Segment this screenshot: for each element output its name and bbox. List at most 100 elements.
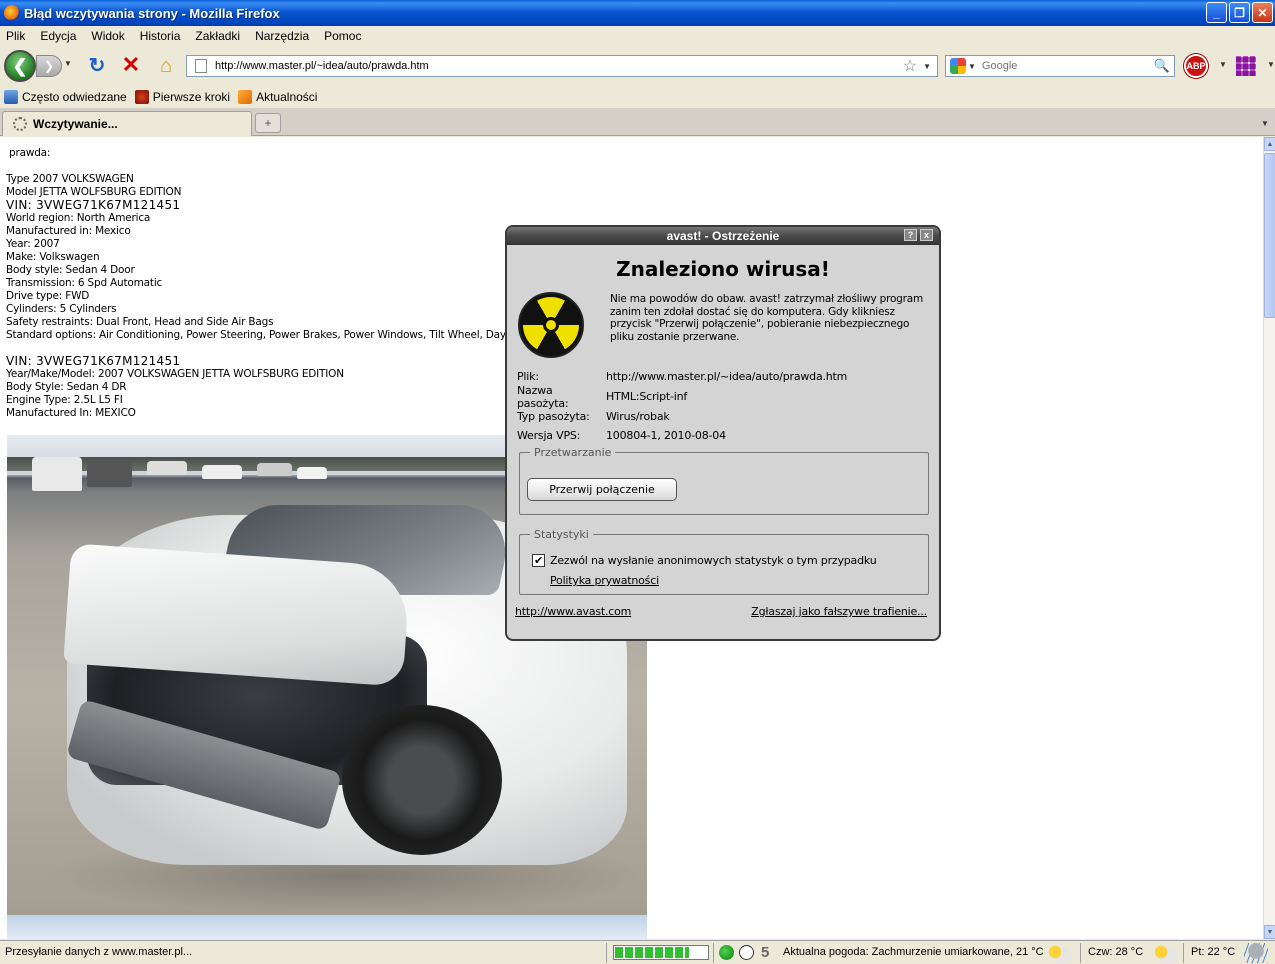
info-line-vin: VIN: 3VWEG71K67M121451 bbox=[6, 198, 181, 212]
url-bar[interactable]: http://www.master.pl/~idea/auto/prawda.h… bbox=[186, 55, 938, 77]
bookmark-news[interactable]: Aktualności bbox=[238, 90, 317, 104]
status-bar: Przesyłanie danych z www.master.pl... 5 … bbox=[0, 940, 1275, 964]
back-button[interactable]: ❮ bbox=[4, 50, 36, 82]
scroll-thumb[interactable] bbox=[1264, 153, 1275, 318]
info-value: HTML:Script-inf bbox=[606, 390, 688, 404]
rain-icon bbox=[1244, 943, 1268, 963]
stop-icon[interactable]: ✕ bbox=[121, 54, 141, 76]
scroll-down-icon[interactable]: ▼ bbox=[1264, 925, 1275, 939]
minimize-button[interactable]: _ bbox=[1206, 2, 1227, 23]
partly-cloudy-icon bbox=[1152, 943, 1178, 963]
page-icon bbox=[195, 59, 207, 73]
photo-lot-car bbox=[202, 465, 242, 479]
avast-title: avast! - Ostrzeżenie bbox=[666, 229, 780, 243]
photo-lot-car bbox=[257, 463, 292, 476]
new-tab-button[interactable]: + bbox=[255, 113, 281, 133]
tab-label: Wczytywanie... bbox=[33, 117, 118, 131]
info-line: Manufactured In: MEXICO bbox=[6, 407, 136, 419]
adblock-dropdown-icon[interactable]: ▼ bbox=[1219, 60, 1227, 69]
stats-checkbox-label: Zezwól na wysłanie anonimowych statystyk… bbox=[550, 554, 877, 567]
menu-bar: Plik Edycja Widok Historia Zakładki Narz… bbox=[0, 26, 1275, 46]
bookmark-label: Aktualności bbox=[256, 90, 318, 104]
counter-badge[interactable]: 5 bbox=[761, 944, 769, 961]
menu-pomoc[interactable]: Pomoc bbox=[324, 29, 361, 43]
url-text[interactable]: http://www.master.pl/~idea/auto/prawda.h… bbox=[215, 60, 903, 72]
processing-legend: Przetwarzanie bbox=[534, 446, 612, 459]
photo-lot-car bbox=[87, 459, 132, 487]
menu-zakladki[interactable]: Zakładki bbox=[195, 29, 240, 43]
restore-button[interactable]: ❐ bbox=[1229, 2, 1250, 23]
tab-loading[interactable]: Wczytywanie... bbox=[2, 111, 252, 136]
clock-icon[interactable] bbox=[739, 945, 754, 960]
toolbar-overflow-icon[interactable]: ▼ bbox=[1267, 60, 1275, 69]
reload-icon[interactable]: ↻ bbox=[87, 56, 107, 76]
info-label: Typ pasożyta: bbox=[517, 409, 590, 423]
page-heading: prawda: bbox=[9, 147, 51, 159]
menu-widok[interactable]: Widok bbox=[91, 29, 124, 43]
menu-edycja[interactable]: Edycja bbox=[40, 29, 76, 43]
google-icon[interactable] bbox=[950, 58, 966, 74]
search-input[interactable] bbox=[981, 60, 1154, 72]
menu-historia[interactable]: Historia bbox=[140, 29, 181, 43]
threat-info: Plik: http://www.master.pl/~idea/auto/pra… bbox=[517, 367, 937, 446]
bookmark-first-steps[interactable]: Pierwsze kroki bbox=[134, 90, 231, 104]
info-row-malware-type: Typ pasożyta: Wirus/robak bbox=[517, 406, 937, 426]
loading-progress-bar bbox=[613, 945, 709, 960]
search-bar[interactable]: ▼ 🔍 bbox=[945, 55, 1175, 77]
back-arrow-icon: ❮ bbox=[12, 55, 28, 76]
menu-plik[interactable]: Plik bbox=[6, 29, 25, 43]
bookmark-star-icon[interactable]: ☆ bbox=[903, 56, 917, 76]
history-dropdown-icon[interactable]: ▼ bbox=[64, 59, 72, 68]
avast-titlebar: avast! - Ostrzeżenie ? x bbox=[507, 227, 939, 245]
next-image-edge bbox=[7, 915, 647, 939]
info-line: Standard options: Air Conditioning, Powe… bbox=[6, 329, 529, 341]
forward-button[interactable]: ❯ bbox=[36, 55, 62, 77]
privacy-policy-link[interactable]: Polityka prywatności bbox=[550, 574, 659, 587]
photo-lot-car bbox=[147, 461, 187, 475]
weather-friday[interactable]: Pt: 22 °C bbox=[1191, 946, 1235, 958]
statistics-group: Statystyki ✔ Zezwól na wysłanie anonimow… bbox=[519, 528, 929, 595]
avast-close-button[interactable]: x bbox=[920, 229, 933, 241]
weather-thursday[interactable]: Czw: 28 °C bbox=[1088, 946, 1143, 958]
url-dropdown-icon[interactable]: ▼ bbox=[923, 62, 931, 71]
bookmark-often-visited[interactable]: Często odwiedzane bbox=[4, 90, 127, 104]
info-line-vin: VIN: 3VWEG71K67M121451 bbox=[6, 354, 181, 368]
stats-checkbox-row[interactable]: ✔ Zezwól na wysłanie anonimowych statyst… bbox=[532, 554, 877, 567]
info-value: http://www.master.pl/~idea/auto/prawda.h… bbox=[606, 370, 848, 384]
close-window-button[interactable]: ✕ bbox=[1252, 2, 1273, 23]
search-engine-dropdown-icon[interactable]: ▼ bbox=[968, 62, 976, 71]
weather-current[interactable]: Aktualna pogoda: Zachmurzenie umiarkowan… bbox=[783, 946, 1044, 958]
search-icon[interactable]: 🔍 bbox=[1154, 58, 1170, 74]
bookmark-label: Pierwsze kroki bbox=[152, 90, 231, 104]
info-label: Nazwa pasożyta: bbox=[517, 383, 569, 410]
photo-crumpled-hood bbox=[63, 543, 411, 687]
photo-lot-car bbox=[32, 457, 82, 491]
abort-connection-button[interactable]: Przerwij połączenie bbox=[527, 478, 677, 501]
avast-warning-dialog: avast! - Ostrzeżenie ? x Znaleziono wiru… bbox=[505, 225, 941, 641]
stats-checkbox[interactable]: ✔ bbox=[532, 554, 545, 567]
info-value: Wirus/robak bbox=[606, 409, 670, 423]
vertical-scrollbar[interactable]: ▲ ▼ bbox=[1263, 137, 1275, 939]
avast-message: Nie ma powodów do obaw. avast! zatrzymał… bbox=[610, 293, 924, 343]
info-line: Transmission: 6 Spd Automatic bbox=[6, 277, 163, 289]
vehicle-info: prawda: Type 2007 VOLKSWAGEN Model JETTA… bbox=[6, 147, 529, 420]
tab-list-dropdown-icon[interactable]: ▼ bbox=[1257, 113, 1273, 133]
firefox-bookmark-icon bbox=[134, 90, 149, 104]
adblock-plus-icon[interactable]: ABP bbox=[1184, 54, 1208, 78]
info-line: Cylinders: 5 Cylinders bbox=[6, 303, 117, 315]
menu-narzedzia[interactable]: Narzędzia bbox=[255, 29, 309, 43]
forward-arrow-icon: ❯ bbox=[43, 59, 55, 73]
apps-grid-icon[interactable] bbox=[1236, 56, 1256, 76]
info-line: Manufactured in: Mexico bbox=[6, 225, 131, 237]
false-positive-link[interactable]: Zgłaszaj jako fałszywe trafienie... bbox=[751, 605, 927, 618]
home-icon[interactable]: ⌂ bbox=[155, 55, 177, 77]
info-label: Wersja VPS: bbox=[517, 429, 581, 443]
avast-help-button[interactable]: ? bbox=[904, 229, 917, 241]
progress-fill bbox=[615, 947, 689, 958]
loading-spinner-icon bbox=[13, 117, 27, 131]
status-green-indicator-icon[interactable] bbox=[719, 945, 734, 960]
info-row-vps-version: Wersja VPS: 100804-1, 2010-08-04 bbox=[517, 426, 937, 446]
photo-lot-car bbox=[297, 467, 327, 479]
scroll-up-icon[interactable]: ▲ bbox=[1264, 137, 1275, 151]
avast-home-link[interactable]: http://www.avast.com bbox=[515, 605, 631, 618]
